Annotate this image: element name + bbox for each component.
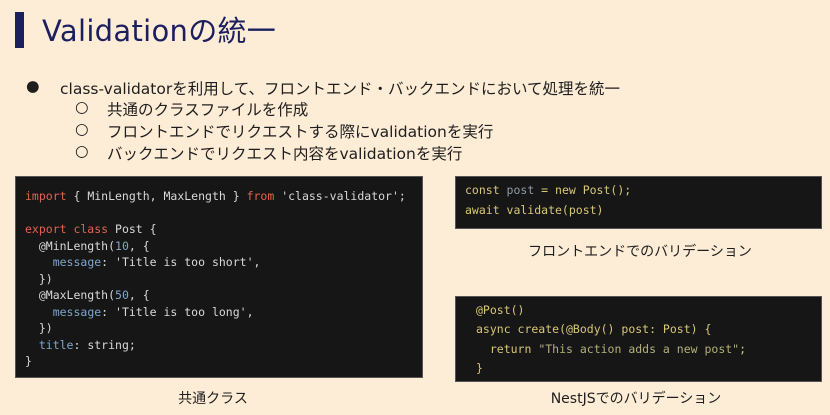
code-line: title: string; bbox=[38, 338, 136, 352]
slide-title: Validationの統一 bbox=[42, 14, 277, 48]
sub-bullet-text: バックエンドでリクエスト内容をvalidationを実行 bbox=[107, 145, 463, 163]
bullet-text: class-validatorを利用して、フロントエンド・バックエンドにおいて処… bbox=[60, 80, 621, 98]
circle-bullet-icon: ○ bbox=[75, 142, 89, 160]
code-line: }) bbox=[25, 321, 53, 335]
caption-common-class: 共通クラス bbox=[178, 391, 248, 407]
code-line: export class Post { bbox=[25, 222, 157, 236]
bullet-dot-icon: ● bbox=[26, 77, 40, 95]
circle-bullet-icon: ○ bbox=[75, 120, 89, 138]
code-block-frontend: const post = new Post(); await validate(… bbox=[455, 176, 822, 229]
code-line: const post = new Post(); bbox=[465, 183, 632, 197]
title-accent-bar bbox=[15, 12, 24, 48]
code-block-backend: @Post() async create(@Body() post: Post)… bbox=[455, 296, 822, 382]
code-line: async create(@Body() post: Post) { bbox=[476, 322, 712, 336]
code-line: }) bbox=[25, 272, 53, 286]
circle-bullet-icon: ○ bbox=[75, 98, 89, 116]
caption-backend: NestJSでのバリデーション bbox=[550, 391, 722, 407]
code-line: import { MinLength, MaxLength } from 'cl… bbox=[25, 189, 406, 203]
code-line: message: 'Title is too short', bbox=[52, 255, 261, 269]
code-block-common-class: import { MinLength, MaxLength } from 'cl… bbox=[15, 176, 423, 378]
sub-bullet-text: 共通のクラスファイルを作成 bbox=[107, 101, 309, 119]
code-line: @MinLength(10, { bbox=[25, 239, 150, 253]
code-line: return "This action adds a new post"; bbox=[476, 342, 747, 356]
code-line: } bbox=[476, 361, 483, 375]
code-line: @MaxLength(50, { bbox=[25, 288, 150, 302]
code-line: await validate(post) bbox=[465, 203, 604, 217]
sub-bullet-text: フロントエンドでリクエストする際にvalidationを実行 bbox=[107, 123, 494, 141]
code-line: @Post() bbox=[476, 303, 525, 317]
caption-frontend: フロントエンドでのバリデーション bbox=[528, 244, 752, 260]
code-line: message: 'Title is too long', bbox=[52, 305, 254, 319]
code-line: } bbox=[25, 354, 32, 368]
